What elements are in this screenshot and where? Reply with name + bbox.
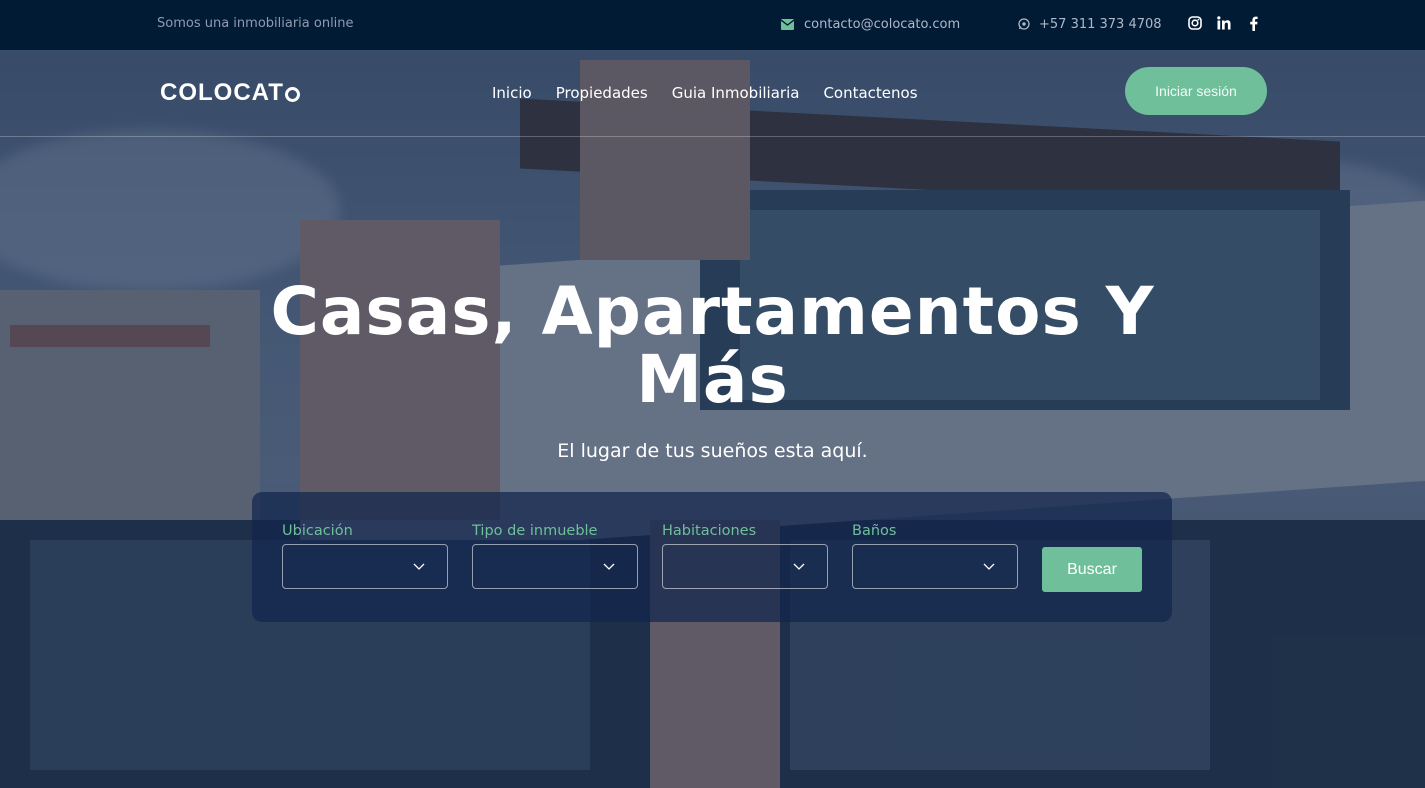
- phone-text: +57 311 373 4708: [1039, 16, 1162, 32]
- property-type-label: Tipo de inmueble: [472, 523, 598, 539]
- location-select[interactable]: [282, 544, 448, 589]
- whatsapp-phone-link[interactable]: +57 311 373 4708: [1016, 16, 1162, 32]
- location-label: Ubicación: [282, 523, 353, 539]
- property-search-panel: Ubicación Tipo de inmueble Habitaciones …: [252, 492, 1172, 622]
- location-pin-icon: [284, 86, 300, 102]
- nav-item-contactenos[interactable]: Contactenos: [823, 84, 917, 102]
- social-links: [1187, 15, 1261, 31]
- chevron-down-icon: [413, 558, 425, 578]
- nav-item-inicio[interactable]: Inicio: [492, 84, 532, 102]
- linkedin-icon[interactable]: [1216, 15, 1232, 31]
- email-text: contacto@colocato.com: [804, 16, 961, 32]
- hero-title: Casas, Apartamentos Y Más: [200, 278, 1225, 414]
- location-filter: Ubicación: [282, 523, 448, 589]
- hero-subtitle: El lugar de tus sueños esta aquí.: [557, 440, 868, 462]
- bedrooms-select[interactable]: [662, 544, 828, 589]
- bathrooms-label: Baños: [852, 523, 897, 539]
- chevron-down-icon: [793, 558, 805, 578]
- bathrooms-select[interactable]: [852, 544, 1018, 589]
- instagram-icon[interactable]: [1187, 15, 1203, 31]
- contact-email-link[interactable]: contacto@colocato.com: [779, 16, 960, 32]
- login-button[interactable]: Iniciar sesión: [1125, 67, 1267, 115]
- bathrooms-filter: Baños: [852, 523, 1018, 589]
- envelope-icon: [779, 16, 795, 32]
- tagline: Somos una inmobiliaria online: [157, 16, 354, 31]
- bedrooms-label: Habitaciones: [662, 523, 757, 539]
- facebook-icon[interactable]: [1245, 15, 1261, 31]
- logo-text: COLOCAT: [160, 79, 284, 106]
- top-info-bar: Somos una inmobiliaria online contacto@c…: [0, 0, 1425, 50]
- nav-item-propiedades[interactable]: Propiedades: [556, 84, 648, 102]
- main-navigation: COLOCAT Inicio Propiedades Guia Inmobili…: [0, 50, 1425, 137]
- hero-title-line-2: Más: [636, 341, 789, 418]
- bedrooms-filter: Habitaciones: [662, 523, 828, 589]
- search-button[interactable]: Buscar: [1042, 547, 1142, 592]
- nav-menu: Inicio Propiedades Guia Inmobiliaria Con…: [492, 84, 918, 102]
- colocato-logo[interactable]: COLOCAT: [160, 79, 300, 107]
- hero-title-line-1: Casas, Apartamentos Y: [270, 273, 1155, 350]
- chevron-down-icon: [983, 558, 995, 578]
- nav-item-guia-inmobiliaria[interactable]: Guia Inmobiliaria: [672, 84, 800, 102]
- property-type-select[interactable]: [472, 544, 638, 589]
- whatsapp-icon: [1016, 16, 1032, 32]
- property-type-filter: Tipo de inmueble: [472, 523, 638, 589]
- chevron-down-icon: [603, 558, 615, 578]
